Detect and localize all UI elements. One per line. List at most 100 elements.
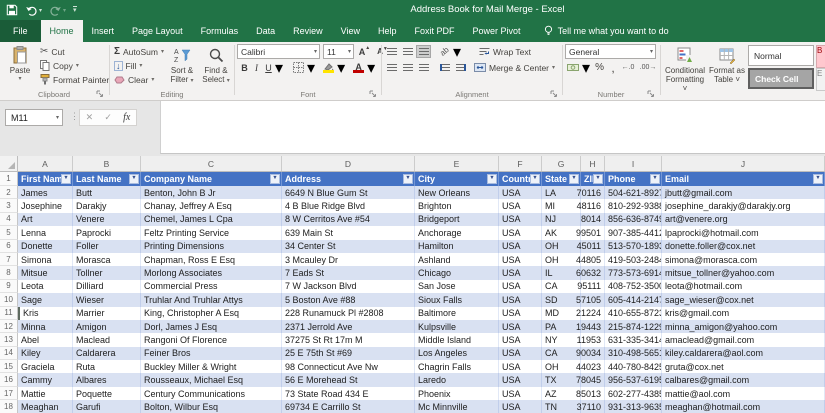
cell-F5[interactable]: USA <box>499 226 542 239</box>
cell-A16[interactable]: Cammy <box>18 373 73 386</box>
row-header-10[interactable]: 10 <box>0 293 18 306</box>
cell-C10[interactable]: Truhlar And Truhlar Attys <box>141 293 282 306</box>
cell-E15[interactable]: Chagrin Falls <box>415 360 499 373</box>
row-header-12[interactable]: 12 <box>0 320 18 333</box>
enter-icon[interactable]: ✓ <box>104 112 112 123</box>
cell-G4[interactable]: NJ <box>542 213 581 226</box>
cell-F16[interactable]: USA <box>499 373 542 386</box>
cell-J7[interactable]: simona@morasca.com <box>662 253 825 266</box>
table-header-cell-G[interactable]: State▼ <box>542 172 581 186</box>
cell-C18[interactable]: Bolton, Wilbur Esq <box>141 400 282 413</box>
cell-D5[interactable]: 639 Main St <box>282 226 415 239</box>
filter-button[interactable]: ▼ <box>593 174 603 184</box>
cell-H18[interactable]: 37110 <box>581 400 605 413</box>
cell-G18[interactable]: TN <box>542 400 581 413</box>
cell-I5[interactable]: 907-385-4412 <box>605 226 662 239</box>
row-header-3[interactable]: 3 <box>0 199 18 212</box>
cell-B18[interactable]: Garufi <box>73 400 141 413</box>
row-header-14[interactable]: 14 <box>0 347 18 360</box>
row-header-5[interactable]: 5 <box>0 226 18 239</box>
cell-A6[interactable]: Donette <box>18 240 73 253</box>
cell-J16[interactable]: calbares@gmail.com <box>662 373 825 386</box>
cell-H5[interactable]: 99501 <box>581 226 605 239</box>
format-painter-button[interactable]: Format Painter <box>38 73 111 86</box>
tell-me-box[interactable]: Tell me what you want to do <box>544 20 669 42</box>
cell-I14[interactable]: 310-498-5651 <box>605 347 662 360</box>
cell-H15[interactable]: 44023 <box>581 360 605 373</box>
tab-foxit-pdf[interactable]: Foxit PDF <box>406 20 464 42</box>
cell-F2[interactable]: USA <box>499 186 542 199</box>
column-header-I[interactable]: I <box>605 156 662 171</box>
row-header-8[interactable]: 8 <box>0 266 18 279</box>
cell-F11[interactable]: USA <box>499 307 542 320</box>
cell-B14[interactable]: Caldarera <box>73 347 141 360</box>
cell-D14[interactable]: 25 E 75th St #69 <box>282 347 415 360</box>
cell-C14[interactable]: Feiner Bros <box>141 347 282 360</box>
conditional-formatting-button[interactable]: Conditional Formatting ˅ <box>663 44 707 93</box>
cell-J3[interactable]: josephine_darakjy@darakjy.org <box>662 199 825 212</box>
undo-button[interactable]: ▾ <box>25 5 42 16</box>
table-header-cell-B[interactable]: Last Name▼ <box>73 172 141 186</box>
cell-H6[interactable]: 45011 <box>581 240 605 253</box>
formula-input[interactable] <box>160 101 825 154</box>
orientation-caret[interactable]: ▾ <box>453 42 461 62</box>
tab-review[interactable]: Review <box>284 20 332 42</box>
cell-E6[interactable]: Hamilton <box>415 240 499 253</box>
cell-B7[interactable]: Morasca <box>73 253 141 266</box>
cell-I4[interactable]: 856-636-8749 <box>605 213 662 226</box>
align-left-button[interactable] <box>384 61 399 74</box>
tab-home[interactable]: Home <box>41 20 83 42</box>
cell-B16[interactable]: Albares <box>73 373 141 386</box>
cell-D2[interactable]: 6649 N Blue Gum St <box>282 186 415 199</box>
cell-C3[interactable]: Chanay, Jeffrey A Esq <box>141 199 282 212</box>
cell-J14[interactable]: kiley.caldarera@aol.com <box>662 347 825 360</box>
cell-A4[interactable]: Art <box>18 213 73 226</box>
increase-font-button[interactable]: A▲ <box>357 45 372 58</box>
cell-F6[interactable]: USA <box>499 240 542 253</box>
style-check-cell[interactable]: Check Cell <box>748 68 814 89</box>
cell-I16[interactable]: 956-537-6195 <box>605 373 662 386</box>
filter-button[interactable]: ▼ <box>61 174 71 184</box>
cell-J18[interactable]: meaghan@hotmail.com <box>662 400 825 413</box>
cell-H17[interactable]: 85013 <box>581 387 605 400</box>
fill-color-caret[interactable]: ▾ <box>337 58 345 78</box>
cell-I15[interactable]: 440-780-8425 <box>605 360 662 373</box>
cell-G13[interactable]: NY <box>542 333 581 346</box>
cell-I18[interactable]: 931-313-9635 <box>605 400 662 413</box>
cell-A17[interactable]: Mattie <box>18 387 73 400</box>
cell-H13[interactable]: 11953 <box>581 333 605 346</box>
undo-dropdown-caret[interactable]: ▾ <box>39 7 42 14</box>
cell-C12[interactable]: Dorl, James J Esq <box>141 320 282 333</box>
cell-G3[interactable]: MI <box>542 199 581 212</box>
cell-H8[interactable]: 60632 <box>581 266 605 279</box>
cell-I6[interactable]: 513-570-1893 <box>605 240 662 253</box>
cell-D16[interactable]: 56 E Morehead St <box>282 373 415 386</box>
cell-C16[interactable]: Rousseaux, Michael Esq <box>141 373 282 386</box>
cell-B4[interactable]: Venere <box>73 213 141 226</box>
cell-A11[interactable]: Kris <box>18 307 73 320</box>
cell-F13[interactable]: USA <box>499 333 542 346</box>
cell-B13[interactable]: Maclead <box>73 333 141 346</box>
find-select-button[interactable]: Find & Select ▾ <box>200 44 232 86</box>
cell-B3[interactable]: Darakjy <box>73 199 141 212</box>
number-format-select[interactable]: General▾ <box>565 44 656 59</box>
column-header-C[interactable]: C <box>141 156 282 171</box>
save-button[interactable] <box>6 4 18 16</box>
name-box[interactable]: M11 ▾ <box>5 109 63 126</box>
cell-E13[interactable]: Middle Island <box>415 333 499 346</box>
cell-I13[interactable]: 631-335-3414 <box>605 333 662 346</box>
cell-B6[interactable]: Foller <box>73 240 141 253</box>
cell-D9[interactable]: 7 W Jackson Blvd <box>282 280 415 293</box>
cell-E2[interactable]: New Orleans <box>415 186 499 199</box>
style-normal[interactable]: Normal <box>748 45 814 66</box>
sort-filter-button[interactable]: A Z Sort & Filter ▾ <box>166 44 198 86</box>
table-header-cell-D[interactable]: Address▼ <box>282 172 415 186</box>
cell-H3[interactable]: 48116 <box>581 199 605 212</box>
cell-C15[interactable]: Buckley Miller & Wright <box>141 360 282 373</box>
cell-A9[interactable]: Leota <box>18 280 73 293</box>
cell-A10[interactable]: Sage <box>18 293 73 306</box>
cell-I12[interactable]: 215-874-1229 <box>605 320 662 333</box>
borders-caret[interactable]: ▾ <box>307 58 315 78</box>
format-as-table-button[interactable]: Format as Table ˅ <box>709 44 745 84</box>
tab-formulas[interactable]: Formulas <box>192 20 248 42</box>
